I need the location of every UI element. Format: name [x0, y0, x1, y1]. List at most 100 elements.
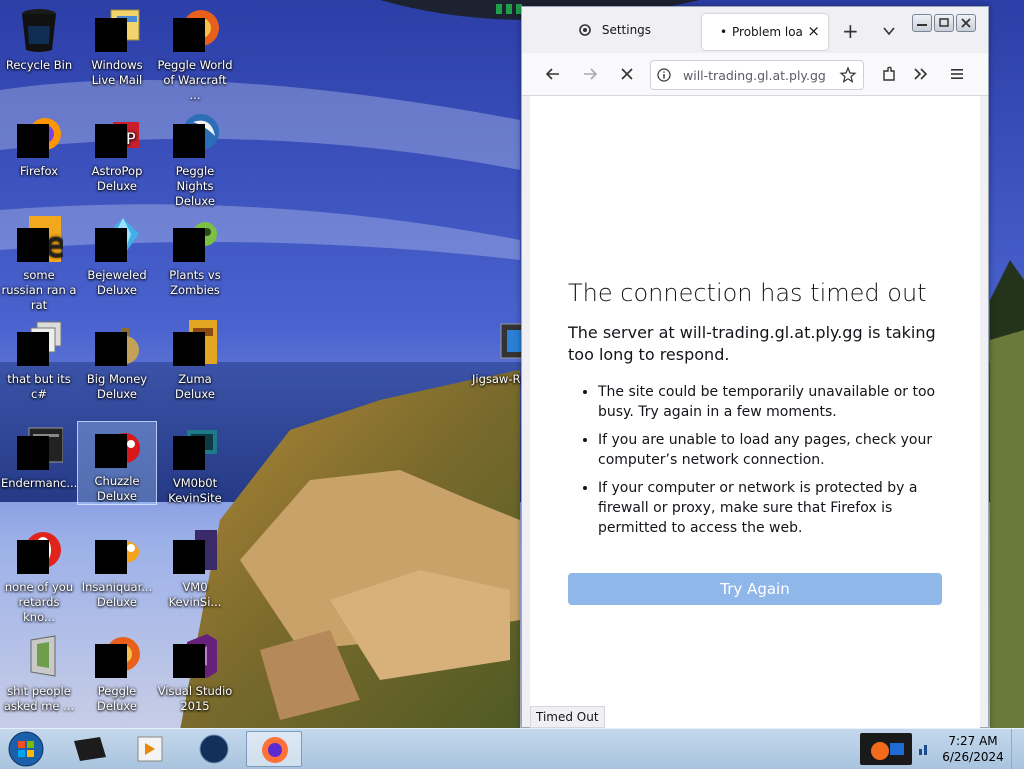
chevron-down-icon[interactable] [882, 23, 896, 37]
zuma-icon [171, 320, 219, 368]
desktop-icon-chuzzle[interactable]: Chuzzle Deluxe [77, 421, 157, 505]
minimize-button[interactable] [912, 14, 932, 32]
desktop-icon-big-money[interactable]: Big Money Deluxe [78, 320, 156, 402]
tray-app-icon[interactable] [860, 733, 912, 765]
vm-icon [171, 424, 219, 472]
icon-label: Firefox [19, 164, 59, 178]
new-tab-button[interactable]: + [842, 19, 859, 43]
show-desktop-button[interactable] [1011, 729, 1024, 769]
error-suggestion: If you are unable to load any pages, che… [598, 430, 948, 470]
icon-label: Zuma Deluxe [175, 372, 215, 401]
icon-label: Visual Studio 2015 [157, 684, 233, 713]
desktop-icon-none-of-you[interactable]: none of you retards kno... [0, 528, 78, 625]
taskbar-app-terminal[interactable] [62, 731, 118, 767]
taskbar-clock[interactable]: 7:27 AM 6/26/2024 [940, 733, 1006, 765]
clock-date: 6/26/2024 [942, 750, 1004, 764]
clock-time: 7:27 AM [948, 734, 998, 748]
mail-icon [93, 6, 141, 54]
url-bar[interactable]: will-trading.gl.at.ply.gg [650, 60, 864, 90]
icon-label: Windows Live Mail [91, 58, 143, 87]
error-title: The connection has timed out [568, 279, 927, 307]
icon-label: Bejeweled Deluxe [87, 268, 147, 297]
icon-label: Endermanc... [1, 476, 78, 490]
icon-label: Plants vs Zombies [169, 268, 221, 297]
icon-label: Peggle Deluxe [97, 684, 137, 713]
desktop-icon-zuma[interactable]: Zuma Deluxe [156, 320, 234, 402]
desktop-icon-vm0-kevinsite[interactable]: VM0 KevinSi... [156, 528, 234, 610]
shortcut-icon [15, 320, 63, 368]
firefox-window: Settings • Problem loading page × + [521, 6, 989, 729]
desktop-icon-plants-vs-zombies[interactable]: Plants vs Zombies [156, 216, 234, 298]
tab-loading-dot: • [720, 25, 728, 39]
desktop-icon-shit-people-asked[interactable]: shit people asked me ... [0, 632, 78, 714]
info-icon[interactable] [657, 68, 671, 82]
stop-loading-icon[interactable] [616, 63, 638, 85]
desktop-icon-some-russian-ran-a-rat[interactable]: e some russian ran a rat [0, 216, 78, 313]
icon-label: some russian ran a rat [1, 268, 77, 312]
forward-arrow-icon[interactable] [579, 63, 601, 85]
page-content: The connection has timed out The server … [530, 96, 980, 729]
chuzzle-icon [93, 422, 141, 470]
desktop-icon-peggle-wow[interactable]: Peggle World of Warcraft ... [156, 6, 234, 103]
overflow-menu-icon[interactable] [910, 63, 932, 85]
error-lead: The server at will-trading.gl.at.ply.gg … [568, 323, 936, 364]
system-tray [860, 731, 934, 767]
tab-problem-loading[interactable]: • Problem loading page × [702, 14, 828, 50]
terminal-icon [15, 424, 64, 472]
navigation-toolbar: will-trading.gl.at.ply.gg [522, 53, 988, 96]
desktop-icon-peggle-deluxe[interactable]: Peggle Deluxe [78, 632, 156, 714]
peggle-icon [93, 632, 141, 680]
peggle-nights-icon [171, 112, 219, 160]
url-text: will-trading.gl.at.ply.gg [683, 68, 826, 83]
extensions-icon[interactable] [878, 63, 900, 85]
try-again-button[interactable]: Try Again [568, 573, 942, 605]
opera-icon [15, 528, 63, 576]
icon-label: AstroPop Deluxe [91, 164, 143, 193]
desktop-icon-that-but-its-csharp[interactable]: that but its c# [0, 320, 78, 402]
taskbar-app-globe[interactable] [186, 731, 242, 767]
file-icon: e [15, 216, 66, 265]
taskbar-app-media-player[interactable] [122, 731, 178, 767]
start-button[interactable] [6, 731, 46, 767]
desktop-icon-visual-studio[interactable]: Visual Studio 2015 [156, 632, 234, 714]
icon-label: VM0b0t KevinSite [168, 476, 222, 505]
icon-label: shit people asked me ... [3, 684, 75, 713]
close-tab-icon[interactable]: × [807, 22, 820, 40]
tab-settings[interactable]: Settings [578, 23, 651, 37]
network-icon[interactable] [916, 739, 932, 759]
folder-icon [15, 632, 63, 680]
tab-title: Problem loading page [732, 25, 802, 39]
desktop-icon-astropop[interactable]: AP AstroPop Deluxe [78, 112, 156, 194]
bookmark-star-icon[interactable] [839, 66, 857, 84]
desktop-icon-firefox[interactable]: Firefox [0, 112, 78, 179]
icon-label: none of you retards kno... [4, 580, 74, 624]
desktop-icon-recycle-bin[interactable]: Recycle Bin [0, 6, 78, 73]
error-page: The connection has timed out The server … [568, 278, 948, 546]
error-suggestion: The site could be temporarily unavailabl… [598, 382, 948, 422]
desktop-icon-vm0b0t[interactable]: VM0b0t KevinSite [156, 424, 234, 506]
close-window-button[interactable] [956, 14, 976, 32]
back-arrow-icon[interactable] [542, 63, 564, 85]
taskbar: 7:27 AM 6/26/2024 [0, 728, 1024, 769]
icon-label: Recycle Bin [5, 58, 73, 72]
status-panel: Timed Out [530, 706, 605, 728]
desktop-icon-windows-live-mail[interactable]: Windows Live Mail [78, 6, 156, 88]
firefox-icon [15, 112, 63, 160]
vm-icon [171, 528, 219, 576]
desktop-icon-bejeweled[interactable]: Bejeweled Deluxe [78, 216, 156, 298]
hamburger-menu-icon[interactable] [946, 63, 968, 85]
desktop-icon-peggle-nights[interactable]: Peggle Nights Deluxe [156, 112, 234, 209]
taskbar-app-firefox[interactable] [246, 731, 302, 767]
desktop-icon-insaniquarium[interactable]: Insaniquar... Deluxe [78, 528, 156, 610]
restore-button[interactable] [934, 14, 954, 32]
icon-label: VM0 KevinSi... [168, 580, 222, 609]
icon-label: Insaniquar... Deluxe [81, 580, 153, 609]
gear-icon [578, 23, 592, 37]
gem-icon [93, 216, 141, 264]
desktop-icon-endermanc[interactable]: Endermanc... [0, 424, 78, 491]
game-icon: AP [93, 112, 141, 160]
icon-label: Chuzzle Deluxe [94, 474, 140, 503]
error-suggestions: The site could be temporarily unavailabl… [568, 382, 948, 538]
plant-icon [171, 216, 219, 264]
icon-label: Big Money Deluxe [86, 372, 148, 401]
